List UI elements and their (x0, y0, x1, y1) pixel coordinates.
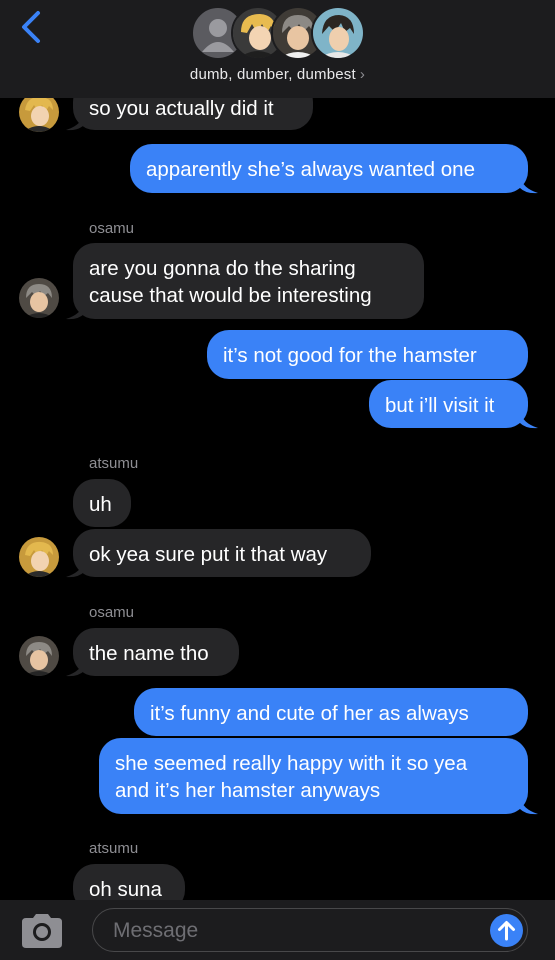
message-input[interactable] (111, 909, 475, 952)
sender-name: osamu (89, 604, 135, 621)
message-text-line: are you gonna do the sharing (89, 257, 356, 280)
message-bubble-sent[interactable]: she seemed really happy with it so yea a… (99, 738, 528, 814)
message-bubble-sent[interactable]: it’s not good for the hamster (207, 330, 528, 379)
avatar[interactable] (19, 92, 59, 132)
message-input-field[interactable] (92, 908, 528, 952)
chevron-right-icon: › (359, 66, 366, 83)
group-name: dumb, dumber, dumbest (189, 66, 356, 83)
message-bubble-sent[interactable]: it’s funny and cute of her as always (134, 688, 528, 736)
bubble-tail (520, 411, 538, 429)
arrow-up-icon (498, 921, 515, 941)
message-text: oh suna (89, 878, 162, 901)
back-chevron-icon[interactable] (18, 10, 44, 44)
message-composer (0, 900, 555, 960)
message-text: but i’ll visit it (385, 394, 495, 417)
message-bubble-sent[interactable]: apparently she’s always wanted one (130, 144, 528, 193)
message-text: the name tho (89, 642, 209, 665)
send-button[interactable] (490, 914, 523, 947)
bubble-tail (66, 113, 84, 131)
group-name-link[interactable]: dumb, dumber, dumbest › (0, 66, 555, 83)
avatar[interactable] (19, 537, 59, 577)
bubble-tail (66, 302, 84, 320)
message-text: so you actually did it (89, 97, 274, 120)
bubble-tail (66, 659, 84, 677)
message-text: it’s not good for the hamster (223, 344, 477, 367)
camera-icon (22, 914, 62, 948)
bubble-tail (520, 797, 538, 815)
message-bubble-received[interactable]: the name tho (73, 628, 239, 676)
bubble-tail (520, 176, 538, 194)
avatar[interactable] (19, 636, 59, 676)
sender-name: atsumu (89, 455, 139, 472)
message-text: ok yea sure put it that way (89, 543, 328, 566)
message-text: uh (89, 493, 112, 516)
dark-hair-boy-avatar (311, 6, 365, 60)
message-text-line: cause that would be interesting (89, 284, 372, 307)
sender-name: osamu (89, 220, 135, 237)
message-thread[interactable]: so you actually did it apparently she’s … (0, 0, 555, 960)
message-bubble-received[interactable]: ok yea sure put it that way (73, 529, 371, 577)
message-bubble-sent[interactable]: but i’ll visit it (369, 380, 528, 428)
avatar[interactable] (19, 278, 59, 318)
group-avatars[interactable] (191, 6, 366, 60)
message-bubble-received[interactable]: uh (73, 479, 131, 527)
message-text-line: she seemed really happy with it so yea (115, 752, 468, 775)
message-text-line: and it’s her hamster anyways (115, 779, 381, 802)
message-text: apparently she’s always wanted one (146, 158, 475, 181)
camera-button[interactable] (18, 912, 66, 950)
bubble-tail (66, 560, 84, 578)
message-bubble-received[interactable]: are you gonna do the sharing cause that … (73, 243, 424, 319)
conversation-header: dumb, dumber, dumbest › (0, 0, 555, 98)
message-text: it’s funny and cute of her as always (150, 702, 469, 725)
sender-name: atsumu (89, 840, 139, 857)
